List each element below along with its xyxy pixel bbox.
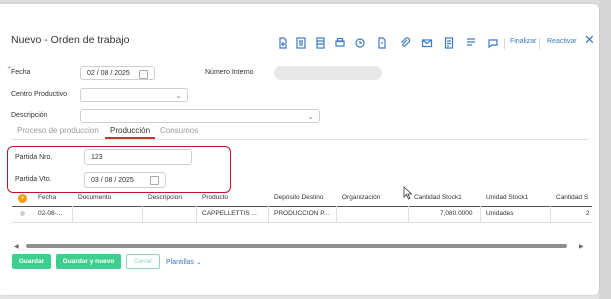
- attachment-icon[interactable]: [375, 36, 389, 50]
- centro-productivo-label: Centro Productivo: [11, 91, 68, 98]
- mouse-cursor-icon: [403, 186, 413, 200]
- fecha-label: Fecha: [11, 69, 31, 76]
- column-header[interactable]: Cantidad Stock1: [414, 194, 462, 201]
- column-header[interactable]: Fecha: [38, 194, 56, 201]
- scrollbar-thumb[interactable]: [26, 244, 567, 248]
- cell-deposito[interactable]: PRODUCCION P...: [274, 210, 329, 217]
- cell-fecha[interactable]: 02-08-...: [38, 210, 62, 217]
- cell-cantidad[interactable]: 7,080.0000: [440, 210, 473, 217]
- column-header[interactable]: Depósito Destino: [274, 194, 324, 201]
- reactivar-button[interactable]: Reactivar: [547, 38, 577, 45]
- cell-divider: [550, 206, 551, 222]
- cell-divider: [268, 206, 269, 222]
- cerrar-button[interactable]: Cerrar: [126, 254, 160, 269]
- column-header[interactable]: Organización: [342, 194, 380, 201]
- production-grid: + Fecha Documento Descripcion Producto D…: [12, 190, 592, 226]
- print-icon[interactable]: [333, 36, 347, 50]
- toolbar-divider: [504, 38, 505, 49]
- chevron-down-icon: ⌄: [175, 91, 182, 100]
- cell-producto[interactable]: CAPPELLETTIS ...: [202, 210, 257, 217]
- tab-divider: [11, 139, 589, 140]
- highlight-box: [7, 146, 231, 193]
- guardar-y-nuevo-button[interactable]: Guardar y nuevo: [56, 254, 121, 269]
- dialog-title: Nuevo - Orden de trabajo: [11, 34, 130, 46]
- history-icon[interactable]: [353, 36, 367, 50]
- scroll-right-icon[interactable]: ▶: [579, 243, 584, 250]
- cell-divider: [72, 206, 73, 222]
- list-icon[interactable]: [442, 36, 456, 50]
- column-header[interactable]: Producto: [202, 194, 228, 201]
- row-divider: [12, 222, 592, 223]
- column-header[interactable]: Cantidad S: [556, 194, 588, 201]
- plantillas-dropdown[interactable]: Plantillas ⌄: [166, 258, 202, 266]
- comment-icon[interactable]: [486, 36, 500, 50]
- new-document-icon[interactable]: [276, 36, 290, 50]
- scroll-left-icon[interactable]: ◀: [14, 243, 19, 250]
- chevron-down-icon: ⌄: [307, 112, 314, 121]
- tab-consumos[interactable]: Consumos: [160, 126, 198, 135]
- row-select-radio[interactable]: [20, 211, 25, 216]
- cell-divider: [196, 206, 197, 222]
- clip-icon[interactable]: [398, 36, 412, 50]
- numero-interno-field: [274, 66, 382, 80]
- cell-cantidad2[interactable]: 2: [586, 210, 590, 217]
- cell-divider: [408, 206, 409, 222]
- fecha-value: 02 / 08 / 2025: [87, 69, 130, 77]
- column-header[interactable]: Descripcion: [148, 194, 182, 201]
- numero-interno-label: Número Interno: [205, 69, 254, 76]
- form-icon[interactable]: [294, 36, 308, 50]
- tab-proceso-de-produccion[interactable]: Proceso de produccion: [17, 126, 99, 135]
- add-row-icon[interactable]: +: [18, 194, 27, 203]
- descripcion-select[interactable]: ⌄: [80, 109, 320, 123]
- horizontal-scrollbar[interactable]: ◀ ▶: [14, 243, 586, 250]
- sheet-icon[interactable]: [313, 36, 327, 50]
- column-header[interactable]: Documento: [78, 194, 111, 201]
- header-divider: [12, 206, 592, 207]
- checklist-icon[interactable]: [464, 36, 478, 50]
- email-icon[interactable]: [420, 36, 434, 50]
- cell-divider: [480, 206, 481, 222]
- toolbar-divider: [539, 38, 540, 49]
- calendar-icon[interactable]: [139, 70, 148, 79]
- descripcion-label: Descripción: [11, 112, 48, 119]
- tab-produccion[interactable]: Producción: [110, 126, 150, 135]
- finalizar-button[interactable]: Finalizar: [510, 38, 536, 45]
- guardar-button[interactable]: Guardar: [12, 254, 51, 269]
- close-icon[interactable]: ✕: [584, 32, 595, 48]
- fecha-date-field[interactable]: 02 / 08 / 2025: [80, 66, 155, 80]
- work-order-dialog: Nuevo - Orden de trabajo Finalizar React…: [0, 4, 599, 295]
- cell-unidad[interactable]: Unidades: [486, 210, 513, 217]
- column-header[interactable]: Unidad Stock1: [486, 194, 528, 201]
- cell-divider: [142, 206, 143, 222]
- centro-productivo-select[interactable]: ⌄: [80, 88, 188, 102]
- cell-divider: [336, 206, 337, 222]
- window-right-edge: [599, 0, 611, 299]
